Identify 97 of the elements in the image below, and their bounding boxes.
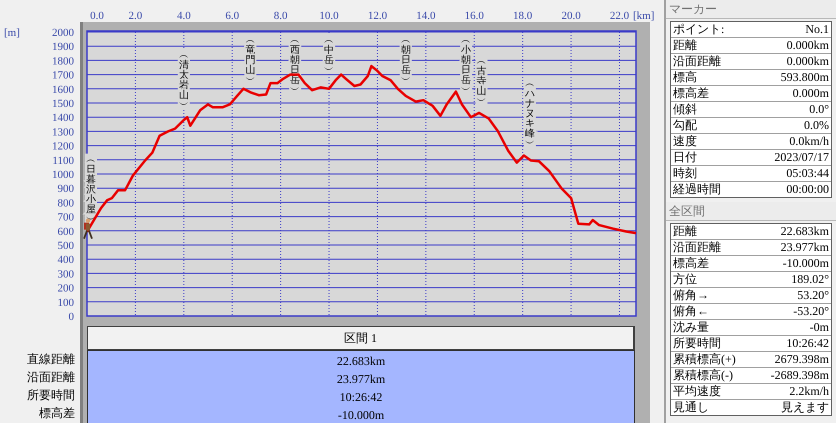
x-tick-label: 10.0	[319, 10, 339, 22]
info-value: 23.977km	[780, 240, 829, 255]
peak-label: ︵中岳︶	[324, 35, 334, 76]
y-tick-label: 1000	[52, 169, 74, 181]
info-label: 経過時間	[673, 182, 721, 197]
y-tick-label: 400	[58, 254, 74, 266]
section-value: -10.000m	[338, 408, 384, 422]
x-tick-label: 16.0	[464, 10, 484, 22]
info-value: 593.800m	[780, 70, 829, 85]
info-value: -2689.398m	[770, 368, 829, 383]
info-label: 平均速度	[673, 384, 721, 399]
info-label: 距離	[673, 224, 697, 239]
info-label: 俯角→	[673, 288, 709, 303]
y-tick-label: 200	[58, 282, 74, 295]
x-tick-label: 12.0	[368, 10, 388, 22]
x-tick-label: 14.0	[416, 10, 436, 22]
y-tick-label: 1700	[52, 70, 74, 82]
info-label: 俯角←	[673, 304, 709, 319]
info-value: -0m	[810, 320, 829, 335]
y-tick-label: 700	[58, 212, 74, 224]
info-label: 方位	[673, 272, 697, 287]
info-value: -10.000m	[782, 256, 829, 271]
section-header: 区間 1	[87, 326, 635, 350]
info-label: 沿面距離	[673, 240, 721, 255]
x-tick-label: 6.0	[225, 10, 240, 22]
info-label: 時刻	[673, 166, 697, 181]
info-value: 05:03:44	[786, 166, 829, 181]
info-value: 0.000km	[786, 54, 829, 69]
row-label: 所要時間	[26, 387, 76, 404]
x-tick-label: 0.0	[90, 10, 104, 22]
info-value: 2.2km/h	[789, 384, 829, 399]
y-tick-label: 800	[58, 197, 74, 210]
info-value: No.1	[805, 22, 829, 37]
info-value: -53.20°	[793, 304, 829, 319]
info-value: 0.0km/h	[789, 134, 829, 149]
info-value: 0.000km	[786, 38, 829, 53]
info-value: 53.20°	[797, 288, 829, 303]
y-tick-label: 1600	[52, 84, 74, 96]
info-label: 沿面距離	[673, 54, 721, 69]
y-tick-label: 500	[58, 240, 74, 252]
section-value: 22.683km	[336, 354, 386, 368]
peak-label: ︵清太岩山︶	[178, 50, 189, 112]
hiker-icon	[83, 218, 93, 240]
y-tick-label: 0	[68, 311, 74, 323]
x-tick-label: 18.0	[513, 10, 532, 22]
info-value: 22.683km	[780, 224, 829, 239]
y-tick-label: 1200	[52, 140, 74, 153]
peak-label: ︵竜門山︶	[245, 35, 256, 86]
panel-title: マーカー	[666, 0, 836, 19]
y-tick-label: 900	[58, 183, 74, 196]
y-tick-label: 100	[58, 296, 74, 309]
info-value: 10:26:42	[786, 336, 829, 351]
y-axis-unit: [m]	[4, 27, 20, 39]
info-label: 標高差	[673, 256, 709, 271]
info-value: 0.000m	[792, 86, 829, 101]
info-value: 見えます	[781, 400, 829, 415]
info-label: 標高	[673, 70, 697, 85]
row-label: 標高差	[38, 405, 76, 422]
info-label: 日付	[673, 150, 697, 165]
y-tick-label: 1500	[52, 98, 74, 110]
info-label: 傾斜	[673, 102, 697, 117]
info-label: 見通し	[673, 400, 709, 415]
info-label: 速度	[673, 134, 697, 149]
info-label: 沈み量	[673, 320, 709, 335]
x-tick-label: 2.0	[128, 10, 142, 22]
info-value: 2679.398m	[774, 352, 829, 367]
info-value: 0.0°	[809, 102, 829, 117]
x-tick-label: 20.0	[561, 10, 581, 22]
peak-label: ︵朝日岳︶	[400, 35, 411, 86]
y-tick-label: 300	[58, 268, 74, 280]
panel-title: 全区間	[666, 202, 836, 221]
info-label: 累積標高(-)	[673, 368, 733, 383]
section-value: 23.977km	[336, 372, 386, 386]
y-tick-label: 2000	[52, 27, 74, 39]
info-label: 勾配	[673, 118, 697, 133]
info-value: 0.0%	[804, 118, 829, 133]
info-label: 所要時間	[673, 336, 721, 351]
x-tick-label: 4.0	[176, 10, 191, 22]
row-label: 沿面距離	[26, 369, 76, 386]
row-label: 直線距離	[26, 351, 76, 368]
y-tick-label: 1800	[52, 55, 74, 68]
y-tick-label: 1100	[52, 154, 74, 167]
info-label: 距離	[673, 38, 697, 53]
x-tick-label: 8.0	[274, 10, 288, 22]
info-value: 00:00:00	[786, 182, 829, 197]
info-label: 標高差	[673, 86, 709, 101]
info-label: 累積標高(+)	[673, 352, 736, 367]
y-tick-label: 600	[58, 226, 74, 238]
y-tick-label: 1400	[52, 112, 74, 124]
info-label: ポイント:	[673, 22, 724, 37]
section-value: 10:26:42	[340, 390, 382, 404]
y-tick-label: 1300	[52, 126, 74, 138]
x-axis-unit: [km]	[633, 10, 654, 22]
x-tick-label: 22.0	[610, 10, 630, 22]
y-tick-label: 1900	[52, 41, 74, 54]
info-value: 189.02°	[791, 272, 829, 287]
info-value: 2023/07/17	[774, 150, 829, 165]
